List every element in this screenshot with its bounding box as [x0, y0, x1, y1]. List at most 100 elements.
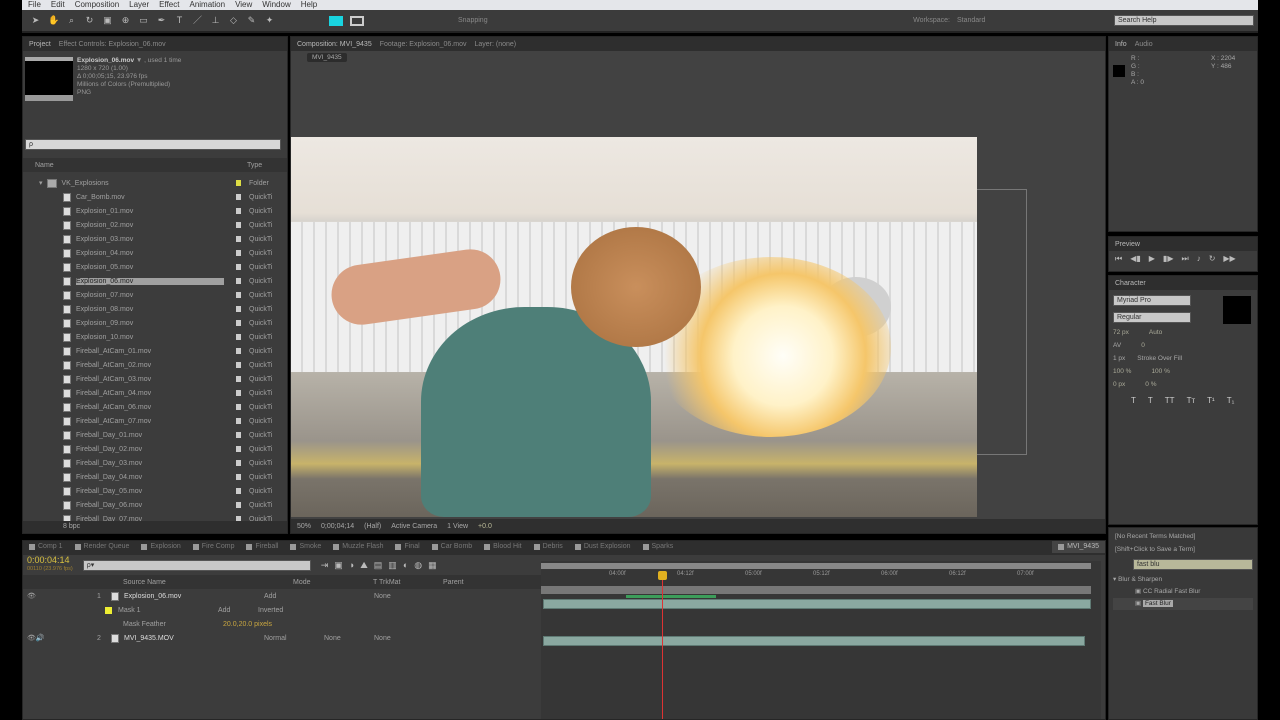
font-size[interactable]: 72 px	[1113, 329, 1129, 336]
camera-tool-icon[interactable]: ▣	[102, 15, 113, 26]
views-select[interactable]: 1 View	[447, 523, 468, 530]
timeline-tab[interactable]: Explosion	[135, 541, 186, 553]
project-item[interactable]: Fireball_AtCam_01.mov QuickTi	[23, 344, 287, 358]
layer-mode-select[interactable]: Add	[264, 593, 374, 600]
stroke-swatch[interactable]	[350, 15, 364, 26]
eraser-tool-icon[interactable]: ◇	[228, 15, 239, 26]
resolution-select[interactable]: (Half)	[364, 523, 381, 530]
timeline-tab[interactable]: Comp 1	[23, 541, 69, 553]
layer-parent-select[interactable]: None	[374, 635, 391, 642]
timeline-tab[interactable]: Blood Hit	[478, 541, 527, 553]
faux-bold-button[interactable]: T	[1131, 396, 1136, 405]
mask-row[interactable]: Mask 1 Add Inverted	[23, 603, 541, 617]
last-frame-icon[interactable]: ⏭	[1181, 254, 1188, 264]
tsume[interactable]: 0 %	[1145, 381, 1156, 388]
menu-layer[interactable]: Layer	[129, 0, 149, 10]
project-item[interactable]: Fireball_Day_02.mov QuickTi	[23, 442, 287, 456]
time-ruler[interactable]: 04:00f 04:12f 05:00f 05:12f 06:00f 06:12f 07:0…	[541, 569, 1091, 585]
menu-file[interactable]: File	[28, 0, 41, 10]
roto-tool-icon[interactable]: ✎	[246, 15, 257, 26]
column-parent[interactable]: Parent	[443, 579, 464, 586]
prev-frame-icon[interactable]: ◀▮	[1130, 254, 1141, 264]
menu-composition[interactable]: Composition	[75, 0, 119, 10]
project-item[interactable]: Explosion_03.mov QuickTi	[23, 232, 287, 246]
stroke-mode-select[interactable]: Stroke Over Fill	[1137, 355, 1182, 362]
layer-row-2[interactable]: 👁🔊 2 MVI_9435.MOV Normal None None	[23, 631, 541, 645]
horizontal-scale[interactable]: 100 %	[1151, 368, 1169, 375]
project-item[interactable]: Explosion_01.mov QuickTi	[23, 204, 287, 218]
tab-project[interactable]: Project	[29, 41, 51, 48]
magnification-select[interactable]: 50%	[297, 523, 311, 530]
selection-tool-icon[interactable]: ➤	[30, 15, 41, 26]
project-item[interactable]: Explosion_08.mov QuickTi	[23, 302, 287, 316]
stroke-width[interactable]: 1 px	[1113, 355, 1125, 362]
font-style-select[interactable]: Regular	[1113, 312, 1191, 323]
column-name[interactable]: Name	[35, 162, 54, 169]
font-family-select[interactable]: Myriad Pro	[1113, 295, 1191, 306]
save-term-hint[interactable]: [Shift+Click to Save a Term]	[1115, 543, 1251, 556]
project-item[interactable]: Fireball_AtCam_04.mov QuickTi	[23, 386, 287, 400]
stamp-tool-icon[interactable]: ⊥	[210, 15, 221, 26]
fill-color-swatch[interactable]	[1223, 296, 1251, 324]
tab-effect-controls[interactable]: Effect Controls: Explosion_06.mov	[59, 41, 166, 48]
project-item[interactable]: Explosion_06.mov QuickTi	[23, 274, 287, 288]
project-item[interactable]: Fireball_Day_03.mov QuickTi	[23, 456, 287, 470]
pan-behind-tool-icon[interactable]: ⊕	[120, 15, 131, 26]
playhead[interactable]	[658, 571, 667, 719]
leading[interactable]: Auto	[1149, 329, 1162, 336]
bpc-button[interactable]: 8 bpc	[63, 523, 80, 530]
effects-search-input[interactable]: fast blu	[1133, 559, 1253, 570]
mask-feather-value[interactable]: 20.0,20.0 pixels	[223, 621, 272, 628]
menu-effect[interactable]: Effect	[159, 0, 179, 10]
timeline-tab[interactable]: Sparks	[637, 541, 680, 553]
small-caps-button[interactable]: Tт	[1187, 396, 1196, 405]
menu-window[interactable]: Window	[262, 0, 290, 10]
menu-view[interactable]: View	[235, 0, 252, 10]
vertical-scale[interactable]: 100 %	[1113, 368, 1131, 375]
timeline-search-input[interactable]: ρ▾	[82, 559, 311, 571]
next-frame-icon[interactable]: ▮▶	[1163, 254, 1174, 264]
audio-icon[interactable]: ♪	[1197, 254, 1201, 264]
mask-inverted-checkbox[interactable]: Inverted	[258, 607, 283, 614]
menu-edit[interactable]: Edit	[51, 0, 65, 10]
tracking[interactable]: 0	[1141, 342, 1145, 349]
play-icon[interactable]: ▶	[1149, 254, 1155, 264]
project-item[interactable]: Explosion_09.mov QuickTi	[23, 316, 287, 330]
project-item[interactable]: Fireball_Day_01.mov QuickTi	[23, 428, 287, 442]
layer-row-1[interactable]: 👁 1 Explosion_06.mov Add None	[23, 589, 541, 603]
project-item[interactable]: Fireball_AtCam_03.mov QuickTi	[23, 372, 287, 386]
project-item[interactable]: Explosion_07.mov QuickTi	[23, 288, 287, 302]
baseline-shift[interactable]: 0 px	[1113, 381, 1125, 388]
project-item[interactable]: Explosion_02.mov QuickTi	[23, 218, 287, 232]
pen-tool-icon[interactable]: ✒	[156, 15, 167, 26]
hand-tool-icon[interactable]: ✋	[48, 15, 59, 26]
project-item[interactable]: Car_Bomb.mov QuickTi	[23, 190, 287, 204]
tab-info[interactable]: Info	[1115, 41, 1127, 48]
zoom-tool-icon[interactable]: ⌕	[66, 15, 77, 26]
project-item[interactable]: Explosion_04.mov QuickTi	[23, 246, 287, 260]
tab-layer[interactable]: Layer: (none)	[475, 41, 517, 48]
superscript-button[interactable]: T¹	[1207, 396, 1215, 405]
tab-composition[interactable]: Composition: MVI_9435	[297, 41, 372, 48]
project-item[interactable]: Fireball_AtCam_07.mov QuickTi	[23, 414, 287, 428]
tab-footage[interactable]: Footage: Explosion_06.mov	[380, 41, 467, 48]
layer-trkmat-select[interactable]: None	[324, 635, 374, 642]
mask-tool-icon[interactable]: ▭	[138, 15, 149, 26]
timeline-tab[interactable]: Car Bomb	[426, 541, 479, 553]
first-frame-icon[interactable]: ⏮	[1115, 254, 1122, 264]
layer-name[interactable]: Explosion_06.mov	[124, 593, 264, 600]
tab-character[interactable]: Character	[1115, 280, 1146, 287]
effect-cc-radial-fast-blur[interactable]: ▣ CC Radial Fast Blur	[1113, 586, 1253, 598]
tab-preview[interactable]: Preview	[1115, 241, 1140, 248]
project-item[interactable]: Explosion_05.mov QuickTi	[23, 260, 287, 274]
timeline-tab[interactable]: Final	[389, 541, 425, 553]
loop-icon[interactable]: ↻	[1209, 254, 1216, 264]
timeline-tab[interactable]: Fireball	[240, 541, 284, 553]
column-mode[interactable]: Mode	[293, 579, 353, 586]
mask-mode-select[interactable]: Add	[218, 607, 258, 614]
project-item[interactable]: Explosion_10.mov QuickTi	[23, 330, 287, 344]
timeline-graph[interactable]: 04:00f 04:12f 05:00f 05:12f 06:00f 06:12f 07:0…	[541, 561, 1101, 719]
rotate-tool-icon[interactable]: ↻	[84, 15, 95, 26]
viewer-timecode[interactable]: 0;00;04;14	[321, 523, 354, 530]
snapping-checkbox[interactable]: Snapping	[458, 17, 488, 24]
